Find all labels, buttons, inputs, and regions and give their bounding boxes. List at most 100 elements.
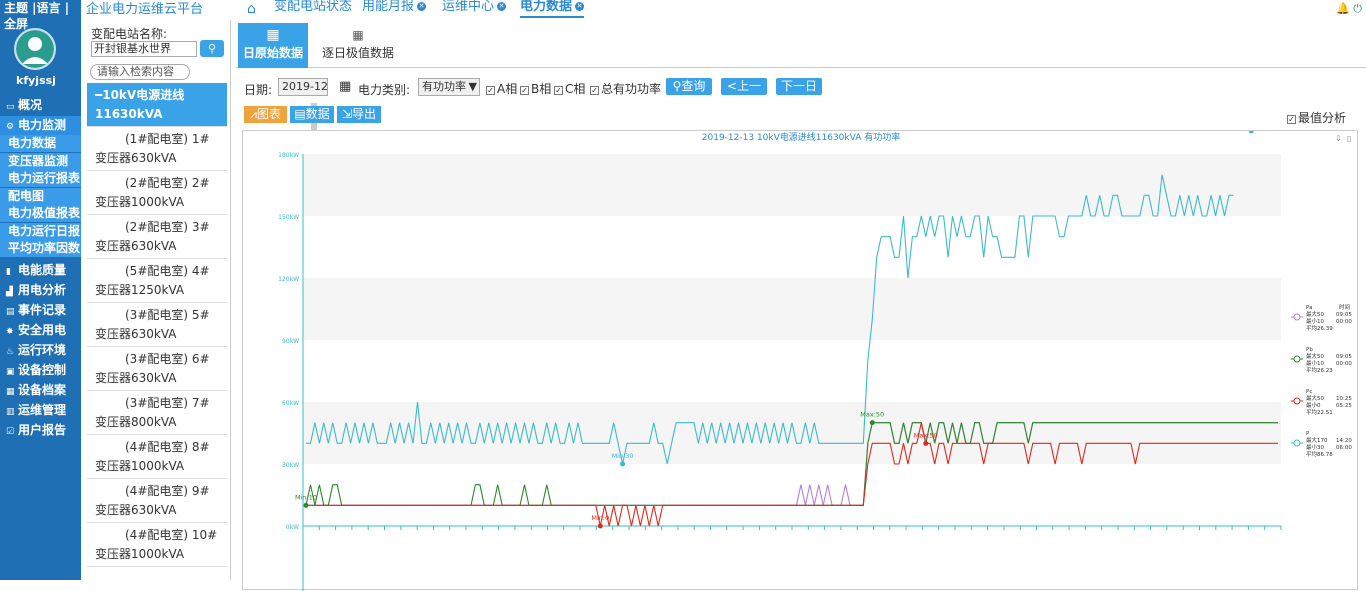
sidebar-subitem[interactable]: 配电图	[0, 187, 81, 205]
grid-band	[303, 154, 1281, 216]
station-list-item[interactable]: (3#配电室) 5#变压器630kVA	[87, 303, 227, 347]
export-button[interactable]: ⇲导出	[337, 106, 381, 123]
tab-daily-raw[interactable]: ▦ 日原始数据	[238, 23, 308, 68]
check-c[interactable]: ✓ C相	[554, 80, 585, 97]
export-btn-label: 导出	[352, 107, 377, 121]
station-list-item[interactable]: (1#配电室) 1#变压器630kVA	[87, 127, 227, 171]
check-total[interactable]: ✓ 总有功功率	[590, 80, 661, 97]
best-value-check[interactable]: ✓ 最值分析	[1286, 109, 1346, 126]
check-a[interactable]: ✓ A相	[486, 80, 517, 97]
tab-label: 运维中心	[442, 0, 495, 14]
sidebar-item[interactable]: ▮ 电能质量	[0, 261, 81, 280]
sidebar-item-label: 概况	[18, 98, 43, 112]
station-list-item[interactable]: (2#配电室) 3#变压器630kVA	[87, 215, 227, 259]
station-list-item[interactable]: (3#配电室) 6#变压器630kVA	[87, 347, 227, 391]
file-icon: ▯	[1347, 134, 1351, 143]
check-c-label: C相	[565, 82, 586, 96]
sidebar-item[interactable]: ▤ 事件记录	[0, 301, 81, 320]
tab-item[interactable]: 运维中心 ✕	[442, 0, 507, 18]
station-list-item[interactable]: (2#配电室) 2#变压器1000kVA	[87, 171, 227, 215]
filter-input[interactable]: 请输入检索内容	[90, 64, 190, 80]
legend-avg: 平均86.78	[1306, 450, 1333, 458]
legend-avg: 平均26.23	[1306, 366, 1333, 374]
chart-view-button[interactable]: ⩘图表	[244, 106, 287, 123]
sidebar-item[interactable]: ☑ 用户报告	[0, 421, 81, 440]
sidebar-item-label: 运维管理	[18, 402, 67, 417]
check-a-label: A相	[497, 82, 518, 96]
prev-day-button[interactable]: <上一日	[721, 78, 767, 110]
report-icon: ☑	[6, 426, 15, 437]
sidebar-item[interactable]: ✸ 安全用电	[0, 321, 81, 340]
station-list-item[interactable]: (4#配电室) 9#变压器630kVA	[87, 479, 227, 523]
station-list-item[interactable]: ━10kV电源进线11630kVA	[87, 83, 227, 127]
legend-marker	[1293, 355, 1301, 363]
legend-max: 最大50	[1306, 394, 1324, 402]
legend-min-time: 00:00	[1336, 319, 1352, 325]
close-icon[interactable]: ✕	[417, 2, 427, 11]
tab-item[interactable]: 用能月报 ✕	[362, 0, 427, 18]
tab-bar: 变配电站状态 用能月报 ✕ 运维中心 ✕ 电力数据 ✕	[240, 0, 1366, 18]
type-select[interactable]: 有功功率 ▼	[418, 78, 480, 96]
search-icon: ⚲	[207, 42, 217, 55]
next-day-button[interactable]: 下一日 >	[776, 78, 822, 110]
legend-min: 最小0	[1306, 401, 1321, 409]
sidebar-item[interactable]: ▦ 设备档案	[0, 381, 81, 400]
tab-daily-extreme[interactable]: ▦ 逐日极值数据	[320, 23, 396, 68]
prev-label: 上一日	[737, 79, 762, 110]
sidebar-item[interactable]: ⚙ 电力监测	[0, 116, 81, 135]
date-label: 日期:	[244, 83, 273, 97]
sidebar-item[interactable]: ▟ 用电分析	[0, 281, 81, 300]
tab-item[interactable]: 电力数据 ✕	[520, 0, 585, 18]
tab-label: 变配电站状态	[274, 0, 353, 14]
power-icon[interactable]: ⏻	[1353, 2, 1362, 15]
next-label: 下一日	[780, 79, 817, 93]
station-input[interactable]: 开封银基水世界	[91, 41, 197, 57]
close-icon[interactable]: ✕	[497, 2, 507, 11]
query-button[interactable]: ⚲查询	[666, 78, 712, 95]
legend-name: Pb	[1306, 347, 1313, 353]
sidebar-subitem[interactable]: 电力极值报表	[0, 205, 81, 222]
top-menu[interactable]: 主题 |语言 | 全屏	[4, 0, 80, 32]
chevron-down-icon: ▼	[468, 80, 477, 93]
legend-max-time: 09:05	[1336, 354, 1352, 360]
power-chart[interactable]: 0kW 30kW 60kW 90kW 120kW 150kW 180kW 2019-12-13…	[243, 131, 1359, 591]
sidebar-subitem[interactable]: 平均功率因数	[0, 240, 81, 257]
bell-icon[interactable]: 🔔	[1336, 2, 1350, 15]
check-b[interactable]: ✓ B相	[520, 80, 551, 97]
sidebar-subitem[interactable]: 电力运行日报	[0, 222, 81, 240]
sidebar-item[interactable]: ♨ 运行环境	[0, 341, 81, 360]
type-value: 有功功率	[422, 80, 466, 93]
legend-marker	[1293, 439, 1301, 447]
grid-band	[303, 278, 1281, 340]
calendar-icon[interactable]: ▦	[339, 79, 351, 94]
y-tick-label: 0kW	[286, 524, 299, 531]
sidebar-item-label: 用电分析	[18, 282, 67, 297]
close-icon[interactable]: ✕	[575, 2, 585, 11]
tab-item[interactable]: 变配电站状态	[274, 0, 352, 18]
legend-min: 最小30	[1306, 443, 1324, 451]
extreme-point	[923, 440, 929, 446]
station-list-item[interactable]: (3#配电室) 7#变压器800kVA	[87, 391, 227, 435]
station-list-item[interactable]: (4#配电室) 8#变压器1000kVA	[87, 435, 227, 479]
sidebar-subitem[interactable]: 电力运行报表	[0, 170, 81, 187]
avatar[interactable]	[14, 28, 56, 70]
date-input[interactable]: 2019-12-13	[278, 78, 328, 96]
control-icon: ▣	[6, 366, 15, 377]
station-list-item[interactable]: (4#配电室) 10#变压器1000kVA	[87, 523, 227, 567]
sidebar-subitem[interactable]: 电力数据	[0, 135, 81, 152]
sidebar-item[interactable]: ▣ 设备控制	[0, 361, 81, 380]
sidebar-subitem[interactable]: 变压器监测	[0, 152, 81, 170]
prev-arrow-icon: <	[726, 79, 738, 93]
search-button[interactable]: ⚲	[200, 40, 224, 57]
sidebar-item[interactable]: ▭ 概况	[0, 96, 81, 115]
legend-max-time: 14:20	[1336, 438, 1352, 444]
sidebar-item[interactable]: ▥ 运维管理	[0, 401, 81, 420]
bar-icon: ▮	[6, 266, 11, 277]
legend-name: P	[1306, 431, 1310, 437]
data-view-button[interactable]: ▤数据	[290, 106, 334, 123]
legend-max-time: 09:05	[1336, 312, 1352, 318]
legend-time-header: 时间	[1339, 303, 1350, 311]
station-list-item[interactable]: (5#配电室) 4#变压器1250kVA	[87, 259, 227, 303]
legend-max: 最大50	[1306, 352, 1324, 360]
y-tick-label: 30kW	[282, 462, 299, 469]
